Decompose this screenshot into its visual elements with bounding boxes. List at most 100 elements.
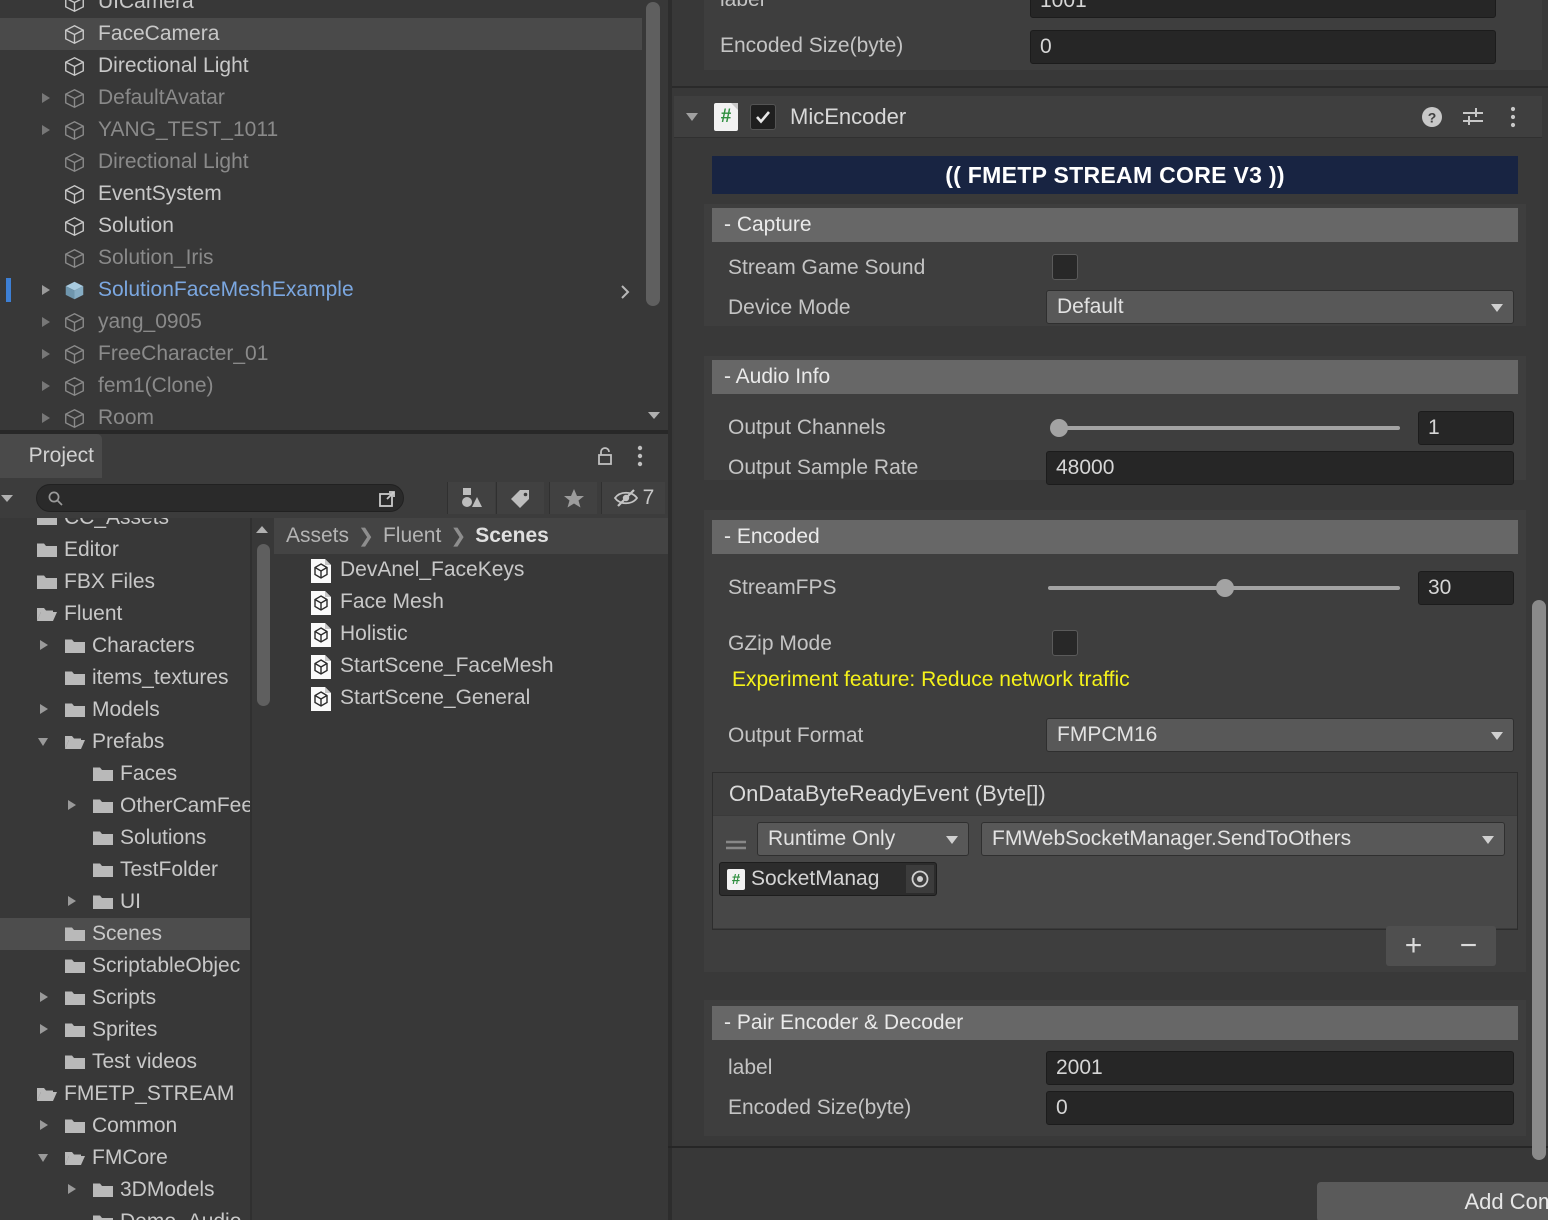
project-tree-item-sprites[interactable]: Sprites xyxy=(0,1014,250,1046)
object-picker-icon[interactable] xyxy=(906,865,934,893)
hierarchy-item-facecamera[interactable]: FaceCamera xyxy=(0,18,642,50)
project-tree-item-items-textures[interactable]: items_textures xyxy=(0,662,250,694)
project-tree-item-scripts[interactable]: Scripts xyxy=(0,982,250,1014)
foldout-arrow-icon[interactable] xyxy=(38,1119,52,1133)
pair-encoded-size-field[interactable]: 0 xyxy=(1046,1091,1514,1125)
section-header-audio-info[interactable]: - Audio Info xyxy=(712,360,1518,394)
section-header-capture[interactable]: - Capture xyxy=(712,208,1518,242)
hidden-eye-icon[interactable]: 7 xyxy=(601,482,665,514)
gzip-mode-checkbox[interactable] xyxy=(1052,630,1078,656)
project-tree-item-editor[interactable]: Editor xyxy=(0,534,250,566)
event-mode-dropdown[interactable]: Runtime Only xyxy=(757,822,969,856)
project-tree-item-prefabs[interactable]: Prefabs xyxy=(0,726,250,758)
hierarchy-scroll-down-icon[interactable] xyxy=(645,406,663,424)
project-tree-item-testfolder[interactable]: TestFolder xyxy=(0,854,250,886)
device-mode-dropdown[interactable]: Default xyxy=(1046,290,1514,324)
component-kebab-menu-icon[interactable] xyxy=(1504,104,1522,130)
help-icon[interactable]: ? xyxy=(1420,105,1444,129)
project-tree-item-cc-assets[interactable]: CC_Assets xyxy=(0,518,250,534)
prev-label-row-field[interactable]: 1001 xyxy=(1030,0,1496,18)
foldout-arrow-icon[interactable] xyxy=(40,282,56,298)
pair-label-field[interactable]: 2001 xyxy=(1046,1051,1514,1085)
foldout-arrow-icon[interactable] xyxy=(40,122,56,138)
hierarchy-item-solution[interactable]: Solution xyxy=(0,210,642,242)
foldout-arrow-icon[interactable] xyxy=(66,799,80,813)
label-tag-filter-icon[interactable] xyxy=(496,482,544,514)
project-tree-item-scenes[interactable]: Scenes xyxy=(0,918,250,950)
hierarchy-item-yang-test-1011[interactable]: YANG_TEST_1011 xyxy=(0,114,642,146)
project-view-dropdown-icon[interactable] xyxy=(0,491,16,505)
component-foldout-icon[interactable] xyxy=(686,109,702,125)
breadcrumb-item-scenes[interactable]: Scenes xyxy=(475,524,549,548)
foldout-arrow-icon[interactable] xyxy=(38,1151,52,1165)
project-tree-item-models[interactable]: Models xyxy=(0,694,250,726)
foldout-arrow-icon[interactable] xyxy=(40,314,56,330)
project-panel-divider[interactable] xyxy=(250,518,252,1220)
event-remove-button[interactable]: − xyxy=(1441,926,1496,966)
breadcrumb-item-assets[interactable]: Assets xyxy=(286,524,349,548)
section-header-encoded[interactable]: - Encoded xyxy=(712,520,1518,554)
project-tree-item-scriptableobjec[interactable]: ScriptableObjec xyxy=(0,950,250,982)
project-kebab-menu-icon[interactable] xyxy=(630,444,650,468)
hierarchy-item-eventsystem[interactable]: EventSystem xyxy=(0,178,642,210)
project-tree-item-common[interactable]: Common xyxy=(0,1110,250,1142)
hierarchy-item-fem1-clone-[interactable]: fem1(Clone) xyxy=(0,370,642,402)
tab-project[interactable]: Project xyxy=(0,434,102,478)
event-drag-handle-icon[interactable] xyxy=(725,838,747,850)
event-object-field[interactable]: # SocketManag xyxy=(719,862,937,896)
hierarchy-item-yang-0905[interactable]: yang_0905 xyxy=(0,306,642,338)
hierarchy-item-directional-light[interactable]: Directional Light xyxy=(0,146,642,178)
foldout-arrow-icon[interactable] xyxy=(38,703,52,717)
prefab-open-chevron-icon[interactable] xyxy=(618,282,632,299)
stream-game-sound-checkbox[interactable] xyxy=(1052,254,1078,280)
asset-item-startscene-facemesh[interactable]: StartScene_FaceMesh xyxy=(274,650,668,682)
hierarchy-scrollbar-thumb[interactable] xyxy=(646,2,660,306)
project-tree-item-fmetp-stream[interactable]: FMETP_STREAM xyxy=(0,1078,250,1110)
project-tree-item-solutions[interactable]: Solutions xyxy=(0,822,250,854)
asset-item-face-mesh[interactable]: Face Mesh xyxy=(274,586,668,618)
streamfps-field[interactable]: 30 xyxy=(1418,571,1514,605)
foldout-arrow-icon[interactable] xyxy=(38,1023,52,1037)
foldout-arrow-icon[interactable] xyxy=(38,735,52,749)
section-header-pair-encoder-decoder[interactable]: - Pair Encoder & Decoder xyxy=(712,1006,1518,1040)
hierarchy-item-defaultavatar[interactable]: DefaultAvatar xyxy=(0,82,642,114)
project-tree-item-faces[interactable]: Faces xyxy=(0,758,250,790)
foldout-arrow-icon[interactable] xyxy=(38,991,52,1005)
project-tree-item-3dmodels[interactable]: 3DModels xyxy=(0,1174,250,1206)
project-tree-scrollbar-thumb[interactable] xyxy=(257,544,270,706)
output-channels-slider-knob[interactable] xyxy=(1050,419,1068,437)
hierarchy-item-solutionfacemeshexample[interactable]: SolutionFaceMeshExample xyxy=(0,274,642,306)
foldout-arrow-icon[interactable] xyxy=(40,410,56,426)
foldout-arrow-icon[interactable] xyxy=(38,639,52,653)
foldout-arrow-icon[interactable] xyxy=(40,346,56,362)
hierarchy-item-directional-light[interactable]: Directional Light xyxy=(0,50,642,82)
inspector-scrollbar-thumb[interactable] xyxy=(1532,600,1546,1160)
asset-item-holistic[interactable]: Holistic xyxy=(274,618,668,650)
add-component-button[interactable]: Add Component xyxy=(1317,1182,1548,1220)
project-tree-item-characters[interactable]: Characters xyxy=(0,630,250,662)
output-channels-field[interactable]: 1 xyxy=(1418,411,1514,445)
search-field[interactable] xyxy=(36,484,404,512)
asset-item-devanel-facekeys[interactable]: DevAnel_FaceKeys xyxy=(274,554,668,586)
preset-sliders-icon[interactable] xyxy=(1461,106,1485,128)
output-channels-slider-track[interactable] xyxy=(1052,426,1400,430)
foldout-arrow-icon[interactable] xyxy=(40,378,56,394)
project-tree-item-demo-audio[interactable]: Demo_Audio xyxy=(0,1206,250,1220)
foldout-arrow-icon[interactable] xyxy=(66,895,80,909)
project-tree-item-test-videos[interactable]: Test videos xyxy=(0,1046,250,1078)
search-popout-icon[interactable] xyxy=(377,488,399,510)
project-tree-item-othercamfeed[interactable]: OtherCamFeed xyxy=(0,790,250,822)
hierarchy-item-uicamera[interactable]: UICamera xyxy=(0,0,642,18)
hierarchy-item-freecharacter-01[interactable]: FreeCharacter_01 xyxy=(0,338,642,370)
prev-encoded-size-field[interactable]: 0 xyxy=(1030,30,1496,64)
foldout-arrow-icon[interactable] xyxy=(40,90,56,106)
asset-item-startscene-general[interactable]: StartScene_General xyxy=(274,682,668,714)
project-tree-item-fmcore[interactable]: FMCore xyxy=(0,1142,250,1174)
breadcrumb-item-fluent[interactable]: Fluent xyxy=(383,524,441,548)
output-format-dropdown[interactable]: FMPCM16 xyxy=(1046,718,1514,752)
project-tree-item-fbx-files[interactable]: FBX Files xyxy=(0,566,250,598)
event-function-dropdown[interactable]: FMWebSocketManager.SendToOthers xyxy=(981,822,1505,856)
project-scroll-up-icon[interactable] xyxy=(255,523,271,537)
project-tree-item-ui[interactable]: UI xyxy=(0,886,250,918)
streamfps-slider-knob[interactable] xyxy=(1216,579,1234,597)
